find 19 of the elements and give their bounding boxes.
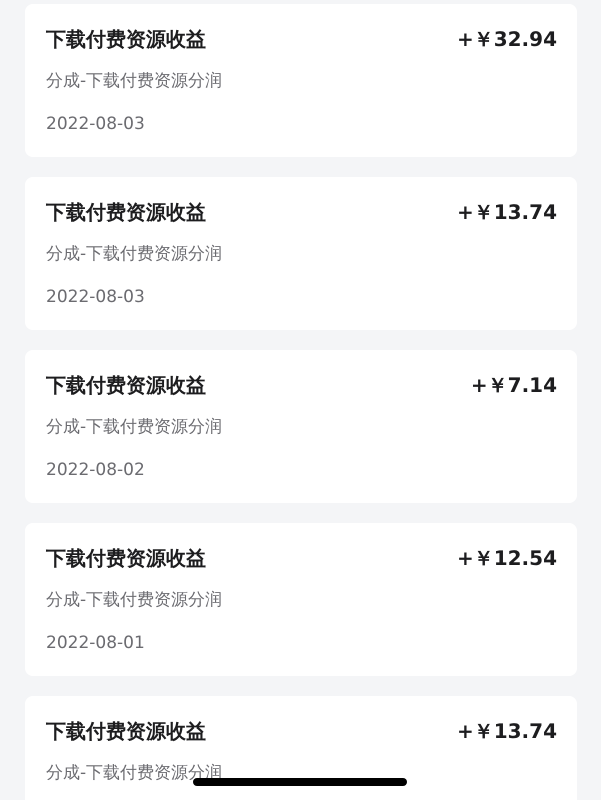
record-date: 2022-08-03 — [46, 287, 145, 307]
record-title: 下载付费资源收益 — [46, 372, 206, 398]
record-description: 分成-下载付费资源分润 — [46, 417, 222, 437]
record-date: 2022-08-02 — [46, 460, 145, 480]
record-description: 分成-下载付费资源分润 — [46, 71, 222, 91]
record-amount: +￥12.54 — [456, 545, 557, 571]
home-indicator[interactable] — [193, 778, 407, 786]
record-amount: +￥32.94 — [456, 26, 557, 52]
record-description: 分成-下载付费资源分润 — [46, 590, 222, 610]
record-title: 下载付费资源收益 — [46, 718, 206, 744]
record-amount: +￥13.74 — [456, 718, 557, 744]
record-description: 分成-下载付费资源分润 — [46, 244, 222, 264]
record-title: 下载付费资源收益 — [46, 199, 206, 225]
record-date: 2022-08-01 — [46, 633, 145, 653]
record-amount: +￥13.74 — [456, 199, 557, 225]
record-title: 下载付费资源收益 — [46, 26, 206, 52]
record-date: 2022-08-03 — [46, 114, 145, 134]
record-title: 下载付费资源收益 — [46, 545, 206, 571]
record-amount: +￥7.14 — [470, 372, 557, 398]
